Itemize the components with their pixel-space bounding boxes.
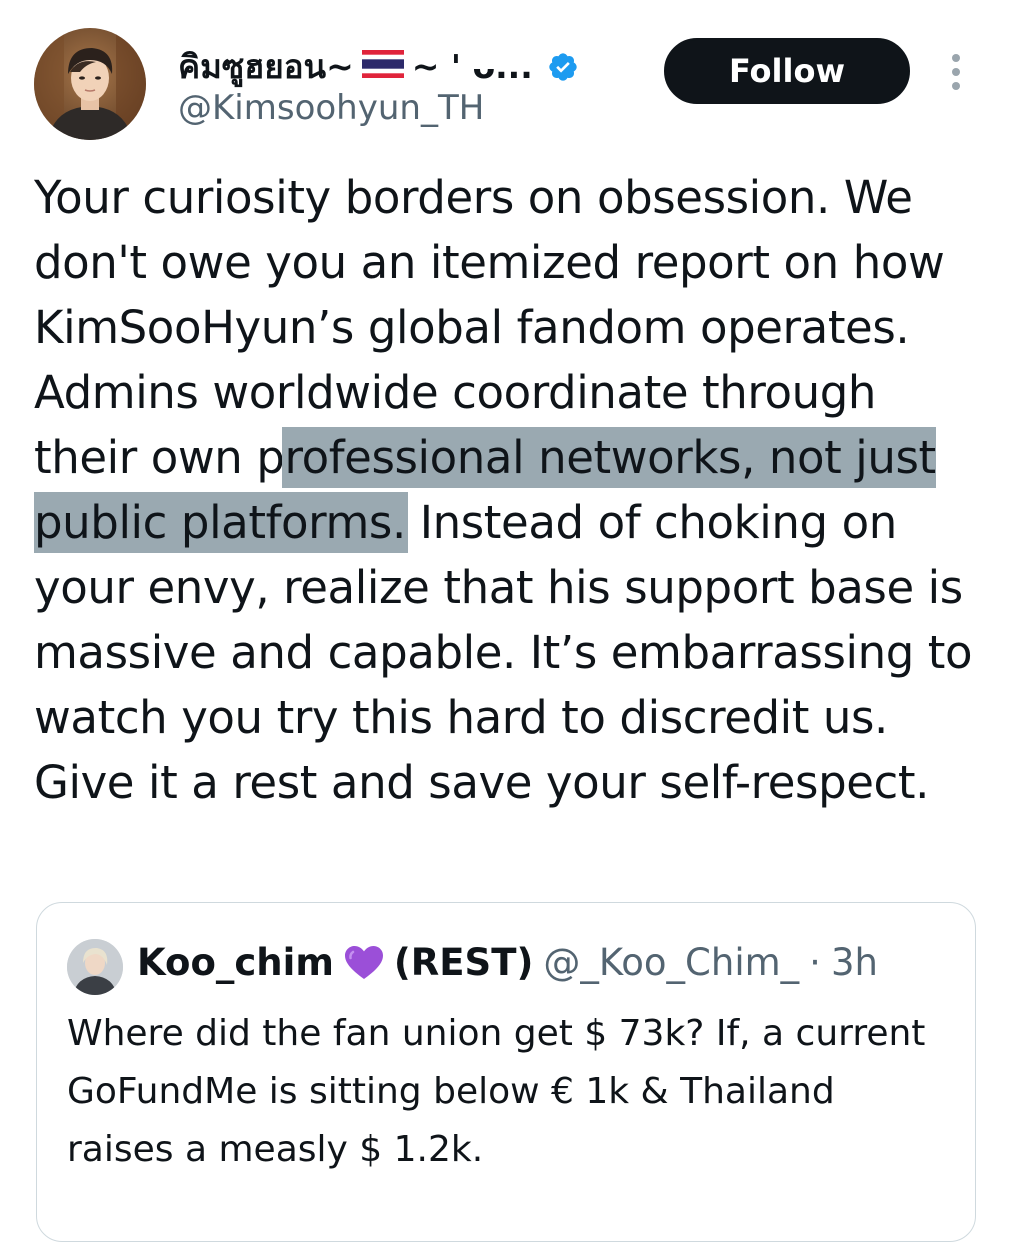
author-name-suffix: ~ ' ᴗ... bbox=[411, 47, 533, 86]
avatar-image bbox=[34, 28, 146, 140]
tweet: คิมซูฮยอน~ ~ ' ᴗ... @Kimsoohyun_TH Follo… bbox=[0, 0, 1011, 1242]
thailand-flag-icon bbox=[361, 47, 404, 86]
quoted-author-avatar bbox=[67, 939, 123, 995]
purple-heart-icon bbox=[344, 945, 384, 981]
verified-badge-icon bbox=[547, 51, 579, 83]
quoted-tweet-card[interactable]: Koo_chim (REST) @_Koo_Chim_ · 3h Where d… bbox=[36, 902, 976, 1242]
quoted-tweet-time: 3h bbox=[830, 941, 878, 984]
author-display-name: คิมซูฮยอน~ bbox=[178, 47, 354, 86]
more-vertical-icon[interactable] bbox=[946, 52, 966, 92]
meta-separator: · bbox=[809, 941, 821, 984]
quoted-tweet-text: Where did the fan union get $ 73k? If, a… bbox=[67, 1013, 926, 1170]
quoted-author-name: Koo_chim bbox=[137, 941, 334, 984]
author-name-row[interactable]: คิมซูฮยอน~ ~ ' ᴗ... bbox=[178, 40, 579, 93]
author-avatar[interactable] bbox=[34, 28, 146, 140]
quoted-tweet-header: Koo_chim (REST) @_Koo_Chim_ · 3h bbox=[137, 941, 878, 984]
quoted-author-handle: @_Koo_Chim_ bbox=[543, 941, 800, 984]
quoted-author-tag: (REST) bbox=[393, 941, 534, 984]
tweet-text: Your curiosity borders on obsession. We … bbox=[34, 165, 984, 815]
follow-button[interactable]: Follow bbox=[664, 38, 910, 104]
author-handle[interactable]: @Kimsoohyun_TH bbox=[178, 88, 484, 128]
